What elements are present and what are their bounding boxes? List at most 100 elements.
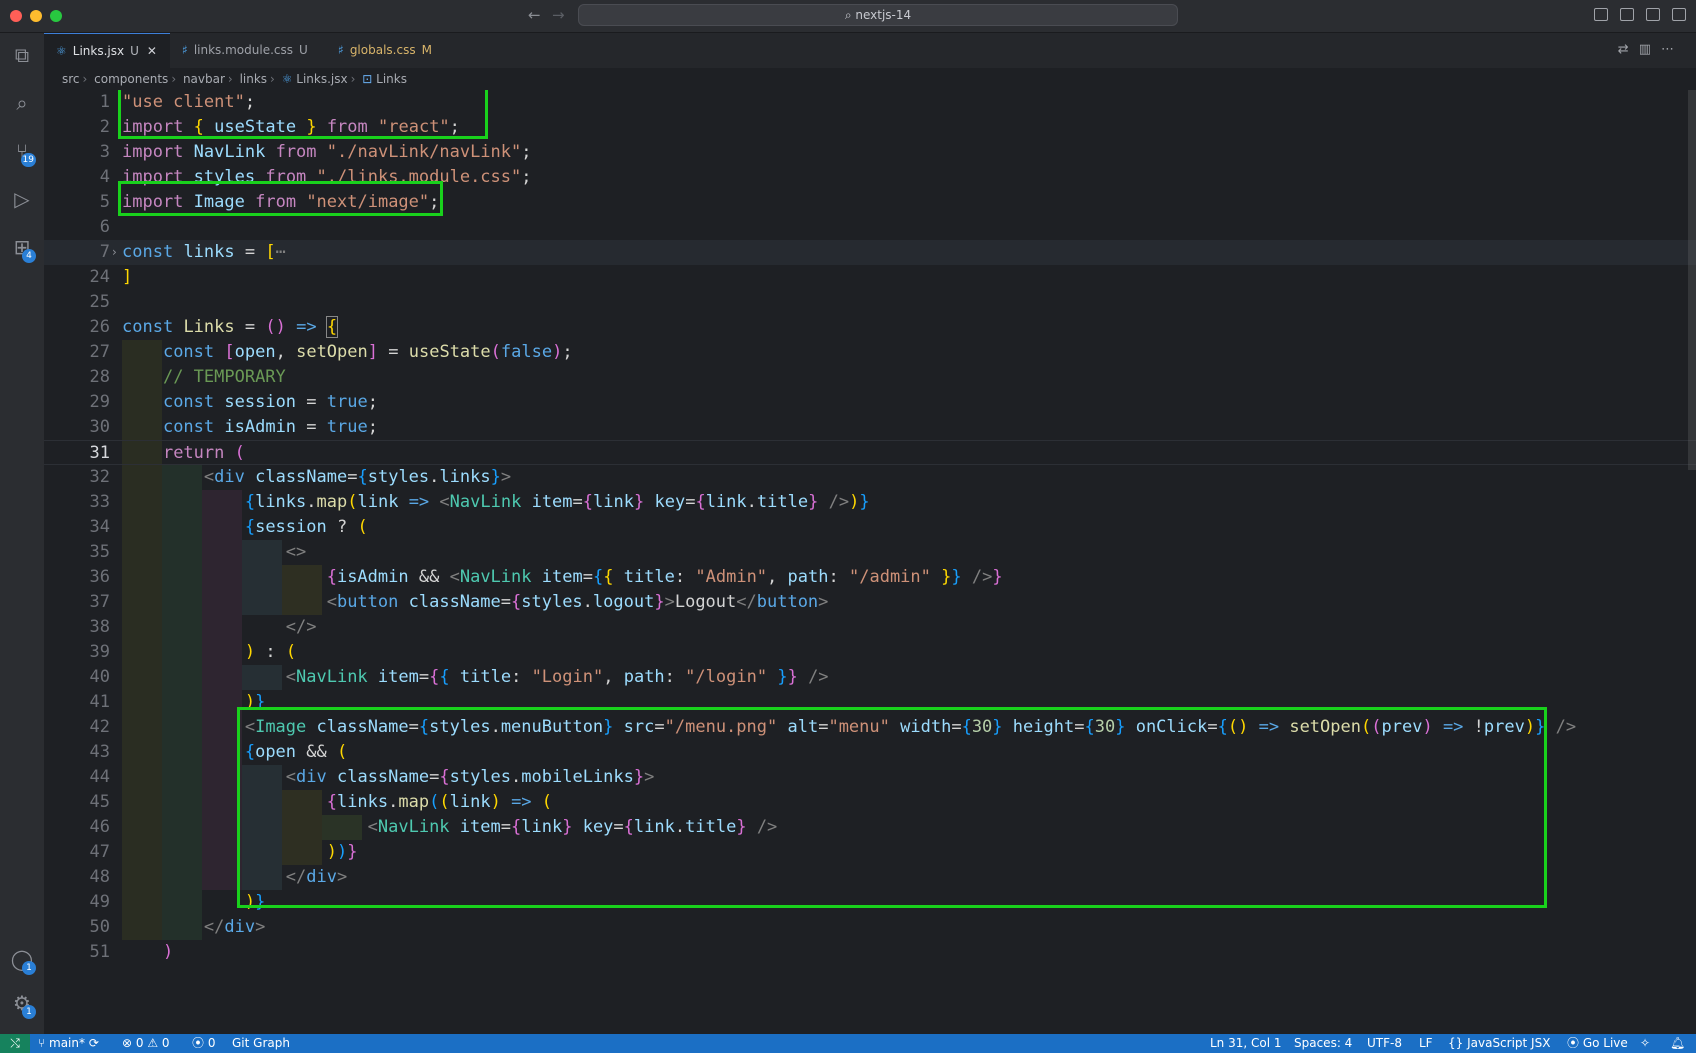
- workspace-name: nextjs-14: [855, 8, 912, 22]
- toggle-panel-icon[interactable]: [1620, 8, 1634, 21]
- settings-gear-icon[interactable]: ⚙ 1: [8, 989, 36, 1019]
- code-line: 24 ]: [44, 265, 1696, 290]
- cursor-position[interactable]: Ln 31, Col 1: [1210, 1034, 1282, 1053]
- line-number: 46: [89, 817, 110, 837]
- breadcrumb-item[interactable]: components: [94, 72, 168, 86]
- code-text: import styles from "./links.module.css";: [122, 167, 532, 187]
- breadcrumb-item[interactable]: Links.jsx: [296, 72, 347, 86]
- line-number: 40: [89, 667, 110, 687]
- ports-status[interactable]: ⦿ 0: [192, 1034, 215, 1053]
- tab-label: links.module.css: [193, 43, 293, 57]
- source-control-icon[interactable]: ⑂ 19: [8, 137, 36, 167]
- language-mode[interactable]: {} JavaScript JSX: [1448, 1034, 1550, 1053]
- run-debug-icon[interactable]: ▷: [8, 185, 36, 213]
- back-arrow-icon[interactable]: ←: [528, 6, 541, 24]
- code-text: return (: [162, 443, 245, 463]
- close-window-button[interactable]: [10, 10, 22, 22]
- tab-globals-css[interactable]: ♯ globals.css M: [326, 33, 456, 68]
- split-editor-icon[interactable]: ▥: [1639, 42, 1661, 57]
- indentation-status[interactable]: Spaces: 4: [1294, 1034, 1352, 1053]
- customize-layout-icon[interactable]: [1672, 8, 1686, 21]
- copilot-icon[interactable]: ✧: [1640, 1034, 1650, 1053]
- go-live-button[interactable]: ⦿ Go Live: [1567, 1034, 1628, 1053]
- vertical-scrollbar[interactable]: [1688, 90, 1696, 1034]
- line-number: 3: [99, 142, 110, 162]
- fold-chevron-icon[interactable]: ›: [112, 240, 117, 265]
- scrollbar-thumb[interactable]: [1688, 90, 1696, 470]
- forward-arrow-icon[interactable]: →: [552, 6, 565, 24]
- code-text: const session = true;: [162, 392, 378, 412]
- language-label: JavaScript JSX: [1467, 1036, 1551, 1050]
- tab-links-module-css[interactable]: ♯ links.module.css U: [170, 33, 326, 68]
- code-line: 34 {session ? (: [44, 515, 1696, 540]
- search-icon: ⌕: [844, 8, 856, 22]
- explorer-icon[interactable]: ⧉: [8, 41, 36, 69]
- branch-status[interactable]: ⑂ main* ⟳: [38, 1034, 99, 1053]
- line-number: 2: [99, 117, 110, 137]
- toggle-secondary-sidebar-icon[interactable]: [1646, 8, 1660, 21]
- tab-links-jsx[interactable]: ⚛ Links.jsx U ✕: [44, 33, 170, 68]
- branch-icon: ⑂: [38, 1036, 50, 1050]
- code-text: import Image from "next/image";: [122, 192, 440, 212]
- code-text: const links = [⋯: [122, 242, 286, 262]
- extensions-icon[interactable]: ⊞ 4: [8, 233, 36, 263]
- line-number: 44: [89, 767, 110, 787]
- broadcast-icon: ⦿: [1567, 1036, 1583, 1050]
- code-line: 40 <NavLink item={{ title: "Login", path…: [44, 665, 1696, 690]
- tab-status: U: [299, 43, 308, 57]
- code-text: <div className={styles.links}>: [203, 467, 512, 487]
- breadcrumb-item[interactable]: links: [240, 72, 267, 86]
- code-editor[interactable]: 1 "use client"; 2 import { useState } fr…: [44, 90, 1696, 1034]
- code-line: 3 import NavLink from "./navLink/navLink…: [44, 140, 1696, 165]
- broadcast-icon: ⦿: [192, 1036, 208, 1050]
- maximize-window-button[interactable]: [50, 10, 62, 22]
- line-number: 50: [89, 917, 110, 937]
- breadcrumb-item[interactable]: src: [62, 72, 80, 86]
- problems-status[interactable]: ⊗ 0 ⚠ 0: [122, 1034, 170, 1053]
- code-text: {isAdmin && <NavLink item={{ title: "Adm…: [326, 567, 1003, 587]
- breadcrumb-item[interactable]: Links: [376, 72, 407, 86]
- code-line: 42 <Image className={styles.menuButton} …: [44, 715, 1696, 740]
- code-line: 33 {links.map(link => <NavLink item={lin…: [44, 490, 1696, 515]
- open-changes-icon[interactable]: ⇄: [1618, 42, 1639, 57]
- code-line: 43 {open && (: [44, 740, 1696, 765]
- eol-status[interactable]: LF: [1419, 1034, 1433, 1053]
- tab-status: M: [421, 43, 432, 57]
- remote-indicator-icon[interactable]: ⤭: [0, 1034, 30, 1053]
- code-text: </div>: [203, 917, 266, 937]
- code-text: <div className={styles.mobileLinks}>: [285, 767, 655, 787]
- tab-status: U: [130, 44, 139, 58]
- code-text: <NavLink item={{ title: "Login", path: "…: [285, 667, 829, 687]
- line-number: 7: [99, 242, 110, 262]
- line-number: 42: [89, 717, 110, 737]
- more-actions-icon[interactable]: ⋯: [1661, 42, 1684, 57]
- code-line: 45 {links.map((link) => (: [44, 790, 1696, 815]
- activity-bar: ⧉ ⌕ ⑂ 19 ▷ ⊞ 4 ◯ 1 ⚙ 1: [0, 33, 44, 1034]
- code-text: ))}: [326, 842, 358, 862]
- notifications-bell-icon[interactable]: 🔔︎: [1670, 1034, 1685, 1053]
- code-text: <Image className={styles.menuButton} src…: [244, 717, 1577, 737]
- line-number: 38: [89, 617, 110, 637]
- status-bar: ⤭ ⑂ main* ⟳ ⊗ 0 ⚠ 0 ⦿ 0 Git Graph Ln 31,…: [0, 1034, 1696, 1053]
- close-tab-icon[interactable]: ✕: [147, 44, 157, 58]
- code-line: 28 // TEMPORARY: [44, 365, 1696, 390]
- code-text: const isAdmin = true;: [162, 417, 378, 437]
- command-center-search[interactable]: ⌕ nextjs-14: [578, 4, 1178, 26]
- code-text: )}: [244, 692, 266, 712]
- breadcrumb-item[interactable]: navbar: [183, 72, 225, 86]
- code-line: 4 import styles from "./links.module.css…: [44, 165, 1696, 190]
- encoding-status[interactable]: UTF-8: [1367, 1034, 1402, 1053]
- go-live-label: Go Live: [1582, 1036, 1628, 1050]
- line-number: 5: [99, 192, 110, 212]
- code-line: 30 const isAdmin = true;: [44, 415, 1696, 440]
- minimize-window-button[interactable]: [30, 10, 42, 22]
- git-graph-button[interactable]: Git Graph: [232, 1034, 290, 1053]
- code-text: )}: [244, 892, 266, 912]
- toggle-primary-sidebar-icon[interactable]: [1594, 8, 1608, 21]
- line-number: 37: [89, 592, 110, 612]
- line-number: 30: [89, 417, 110, 437]
- search-icon[interactable]: ⌕: [8, 89, 36, 117]
- accounts-icon[interactable]: ◯ 1: [8, 945, 36, 975]
- code-line: 44 <div className={styles.mobileLinks}>: [44, 765, 1696, 790]
- line-number: 29: [89, 392, 110, 412]
